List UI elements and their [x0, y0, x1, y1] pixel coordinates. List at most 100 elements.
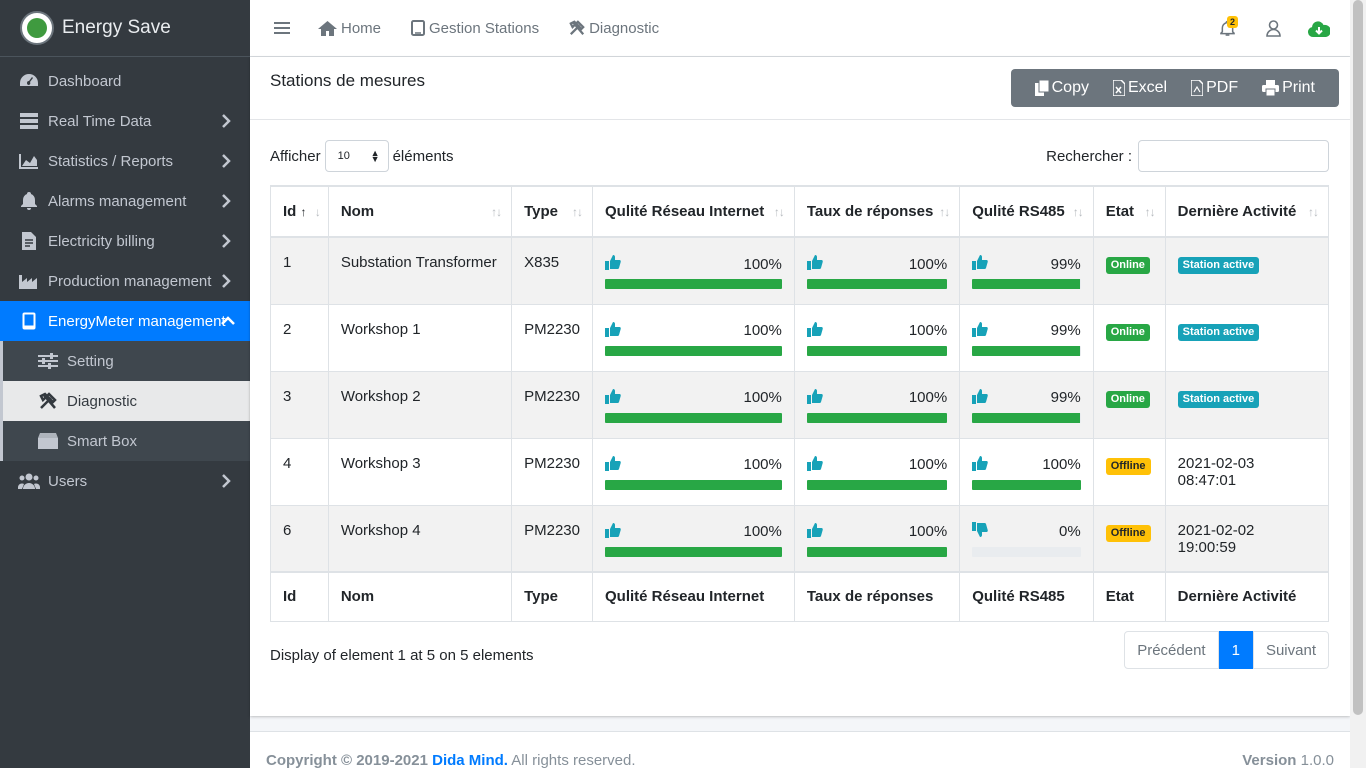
- sidebar-item-statistics[interactable]: Statistics / Reports: [0, 141, 250, 181]
- sidebar-item-label: Statistics / Reports: [48, 152, 174, 170]
- rs485-progress-bar: [972, 345, 1081, 356]
- rs485-value: 0%: [1059, 523, 1081, 540]
- pagination-page[interactable]: 1: [1218, 631, 1253, 669]
- taux-value: 100%: [908, 322, 948, 339]
- company-link[interactable]: Dida Mind.: [432, 752, 508, 768]
- thumbs-up-icon: [806, 455, 823, 471]
- sidebar-item-dashboard[interactable]: Dashboard: [0, 61, 250, 101]
- reseau-progress-fill: [604, 546, 782, 557]
- nav-diagnostic-link[interactable]: Diagnostic: [569, 20, 659, 37]
- sidebar-item-alarms[interactable]: Alarms management: [0, 181, 250, 221]
- copyright-text: Copyright © 2019-2021: [266, 752, 428, 768]
- thumbs-up-icon: [972, 321, 988, 337]
- col-header-rs485[interactable]: Qulité RS485 ↑↓: [959, 185, 1094, 238]
- cell-etat: Offline: [1092, 504, 1166, 573]
- pdf-button[interactable]: PDF: [1191, 79, 1238, 97]
- cell-id: 3: [270, 370, 329, 439]
- hamburger-icon[interactable]: [274, 21, 290, 35]
- taux-progress-bar: [806, 279, 948, 289]
- table-body: 1 Substation Transformer X835 100% 100% 99% On…: [270, 236, 1330, 573]
- reseau-progress-fill: [604, 279, 782, 289]
- sidebar-item-electricity-billing[interactable]: Electricity billing: [0, 221, 250, 261]
- nav-home-label: Home: [341, 19, 382, 37]
- page-title: Stations de mesures: [270, 71, 425, 90]
- thumbs-up-icon: [806, 388, 823, 404]
- table-row[interactable]: 4 Workshop 3 PM2230 100% 100% 100% Offline 2021…: [270, 437, 1330, 506]
- cloud-download-icon: [1308, 20, 1330, 37]
- sidebar-nav: Dashboard Real Time Data Statistics / Re…: [0, 57, 250, 341]
- table-row[interactable]: 3 Workshop 2 PM2230 100% 100% 99% Online Statio…: [270, 370, 1330, 439]
- box-icon: [37, 432, 59, 450]
- copy-button[interactable]: Copy: [1034, 79, 1089, 97]
- cell-id: 2: [270, 303, 329, 372]
- sidebar-item-real-time-data[interactable]: Real Time Data: [0, 101, 250, 141]
- status-badge: Online: [1105, 323, 1150, 341]
- user-icon: [1265, 20, 1281, 37]
- cell-activite: 2021-02-03 08:47:01: [1164, 437, 1330, 506]
- table-row[interactable]: 1 Substation Transformer X835 100% 100% 99% On…: [270, 236, 1330, 305]
- nav-home-link[interactable]: Home: [318, 20, 381, 37]
- thumbs-up-icon: [806, 255, 823, 270]
- notifications-button[interactable]: 2: [1204, 9, 1250, 49]
- activity-badge: Station active: [1177, 257, 1260, 274]
- status-badge: Online: [1105, 390, 1150, 408]
- pdf-label: PDF: [1206, 79, 1239, 96]
- pagination-previous[interactable]: Précédent: [1124, 631, 1219, 669]
- cell-reseau: 100%: [591, 504, 795, 573]
- col-header-taux[interactable]: Taux de réponses ↑↓: [793, 185, 961, 238]
- sidebar-item-setting[interactable]: Setting: [0, 341, 250, 381]
- area-chart-icon: [18, 152, 40, 170]
- print-button[interactable]: Print: [1262, 79, 1315, 97]
- server-icon: [18, 112, 40, 130]
- sidebar-item-production[interactable]: Production management: [0, 261, 250, 301]
- col-header-etat[interactable]: Etat ↑↓: [1092, 185, 1166, 238]
- col-header-type[interactable]: Type ↑↓: [511, 185, 593, 238]
- card-header: Stations de mesures Copy Excel PDF Print: [250, 57, 1350, 120]
- sidebar-item-energymeter[interactable]: EnergyMeter management: [0, 301, 250, 341]
- excel-button[interactable]: Excel: [1112, 79, 1167, 97]
- sidebar-item-smart-box[interactable]: Smart Box: [0, 421, 250, 461]
- scrollbar-thumb[interactable]: [1353, 0, 1363, 715]
- select-caret-icon: ▲ ▼: [370, 148, 380, 164]
- cell-type: PM2230: [511, 303, 593, 372]
- cloud-download-button[interactable]: [1296, 9, 1342, 49]
- col-header-activite[interactable]: Dernière Activité ↑↓: [1164, 185, 1330, 238]
- users-icon: [18, 472, 40, 490]
- col-header-nom[interactable]: Nom ↑↓: [327, 185, 513, 238]
- brand[interactable]: Energy Save: [0, 0, 250, 57]
- thumbs-up-icon: [604, 321, 621, 337]
- page-scrollbar[interactable]: [1350, 0, 1366, 768]
- sidebar-item-users[interactable]: Users: [0, 461, 250, 501]
- pagination-next[interactable]: Suivant: [1252, 631, 1329, 669]
- pagination: Précédent 1 Suivant: [1124, 631, 1329, 669]
- table-row[interactable]: 6 Workshop 4 PM2230 100% 100% 0% Offline 2021-0…: [270, 504, 1330, 573]
- page-footer: Copyright © 2019-2021 Dida Mind. All rig…: [250, 731, 1350, 768]
- taux-progress-bar: [806, 345, 948, 356]
- col-header-id[interactable]: Id ↑ ↓: [270, 185, 329, 238]
- thumbs-up-icon: [604, 255, 621, 270]
- tachometer-icon: [18, 72, 40, 90]
- reseau-value: 100%: [743, 389, 782, 406]
- page-length-select[interactable]: 10 ▲ ▼: [324, 140, 389, 172]
- taux-progress-fill: [806, 412, 948, 423]
- sidebar-item-diagnostic[interactable]: Diagnostic: [0, 381, 250, 421]
- search-input[interactable]: [1138, 140, 1329, 172]
- taux-value: 100%: [908, 255, 948, 273]
- topbar-right: 2: [1204, 0, 1350, 57]
- version-number: 1.0.0: [1300, 752, 1334, 768]
- thumbs-up-icon: [972, 455, 988, 471]
- nav-stations-link[interactable]: Gestion Stations: [411, 20, 539, 37]
- sidebar-item-label: Setting: [67, 352, 114, 370]
- rs485-progress-fill: [972, 479, 1081, 490]
- chevron-right-icon: [222, 234, 231, 248]
- user-menu-button[interactable]: [1250, 9, 1296, 49]
- nav-diagnostic-label: Diagnostic: [589, 19, 660, 37]
- top-navbar: Home Gestion Stations Diagnostic 2: [250, 0, 1350, 57]
- table-row[interactable]: 2 Workshop 1 PM2230 100% 100% 99% Online Statio…: [270, 303, 1330, 372]
- cell-etat: Offline: [1092, 437, 1166, 506]
- activity-timestamp: 2021-02-03 08:47:01: [1177, 454, 1255, 489]
- col-header-reseau[interactable]: Qulité Réseau Internet ↑↓: [591, 185, 795, 238]
- rs485-value: 99%: [1050, 389, 1081, 406]
- search-control: Rechercher :: [1046, 140, 1329, 172]
- print-icon: [1262, 80, 1280, 96]
